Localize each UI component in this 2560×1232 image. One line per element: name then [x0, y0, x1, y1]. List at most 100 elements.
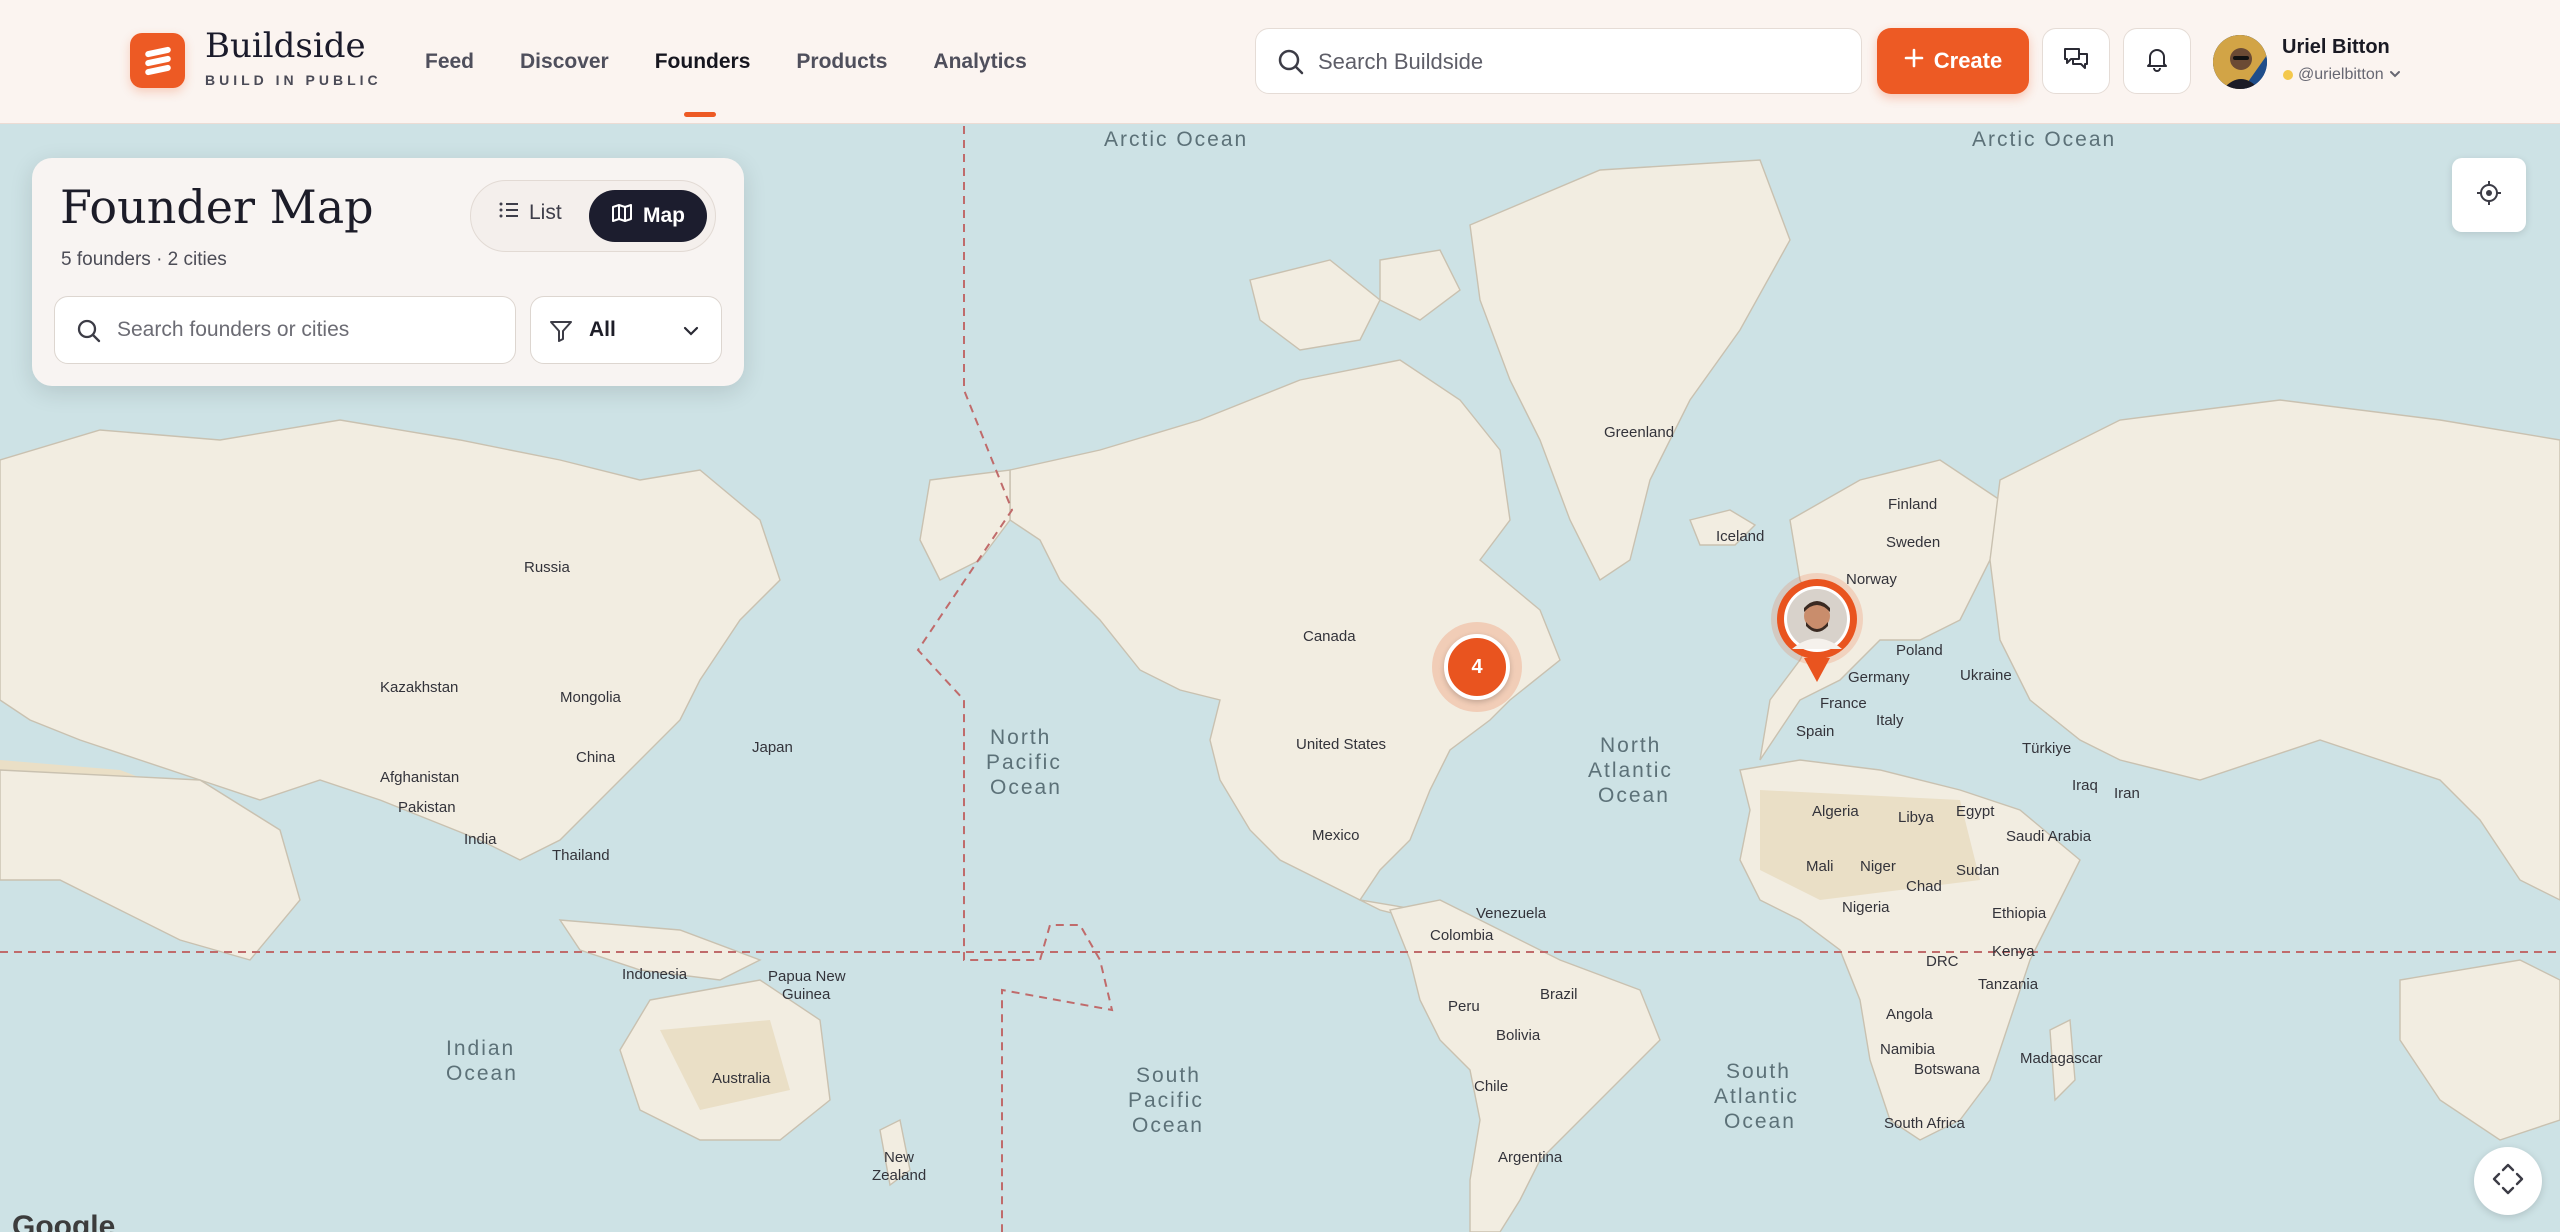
filter-dropdown[interactable]: All [530, 296, 722, 364]
country-label: Botswana [1914, 1061, 1981, 1078]
notifications-button[interactable] [2123, 28, 2191, 94]
ocean-label: Indian [446, 1037, 515, 1060]
country-label: Madagascar [2020, 1050, 2103, 1067]
nav-discover[interactable]: Discover [497, 46, 632, 78]
bell-icon [2142, 44, 2172, 79]
search-icon [75, 317, 103, 350]
ocean-label: South [1136, 1064, 1201, 1087]
chevron-down-icon [681, 321, 701, 346]
main-nav: Feed Discover Founders Products Analytic… [402, 46, 1050, 78]
country-label: Finland [1888, 496, 1937, 513]
ocean-label: North [990, 726, 1051, 749]
country-label: Saudi Arabia [2006, 828, 2092, 845]
country-label: Peru [1448, 998, 1480, 1015]
country-label: Sweden [1886, 534, 1940, 551]
country-label: France [1820, 695, 1867, 712]
country-label: Iceland [1716, 528, 1764, 545]
nav-products[interactable]: Products [773, 46, 910, 78]
country-label: Canada [1303, 628, 1356, 645]
nav-analytics[interactable]: Analytics [910, 46, 1049, 78]
country-label: Australia [712, 1070, 771, 1087]
crosshair-icon [2476, 180, 2502, 211]
country-label: Pakistan [398, 799, 456, 816]
country-label: Russia [524, 559, 571, 576]
list-icon [499, 201, 519, 225]
country-label: Greenland [1604, 424, 1674, 441]
country-label: Iran [2114, 785, 2140, 802]
founder-search-input[interactable]: Search founders or cities [54, 296, 516, 364]
nav-feed[interactable]: Feed [402, 46, 497, 78]
country-label: Mexico [1312, 827, 1360, 844]
country-label: New [884, 1149, 914, 1166]
ocean-label: Arctic Ocean [1104, 128, 1248, 151]
country-label: Algeria [1812, 803, 1859, 820]
chevron-down-icon [2388, 66, 2402, 83]
country-label: Mali [1806, 858, 1834, 875]
country-label: Guinea [782, 986, 831, 1003]
country-label: Bolivia [1496, 1027, 1541, 1044]
status-dot [2283, 70, 2293, 80]
country-label: Angola [1886, 1006, 1933, 1023]
ocean-label: Pacific [1128, 1089, 1204, 1112]
country-label: Italy [1876, 712, 1904, 729]
list-view-button[interactable]: List [499, 201, 562, 225]
global-search-input[interactable]: Search Buildside [1255, 28, 1862, 94]
user-name[interactable]: Uriel Bitton [2282, 36, 2390, 59]
founder-map-panel: Founder Map 5 founders · 2 cities List M… [32, 158, 744, 386]
country-label: Kazakhstan [380, 679, 458, 696]
plus-icon [1904, 48, 1924, 74]
ocean-label: Ocean [990, 776, 1062, 799]
ocean-label: Pacific [986, 751, 1062, 774]
search-icon [1276, 47, 1306, 82]
brand-name[interactable]: Buildside [205, 26, 366, 66]
country-label: Japan [752, 739, 793, 756]
user-avatar[interactable] [2213, 35, 2267, 89]
user-handle-text: @urielbitton [2298, 66, 2384, 83]
ocean-label: North [1600, 734, 1661, 757]
country-label: DRC [1926, 953, 1959, 970]
top-nav-bar: Buildside BUILD IN PUBLIC Feed Discover … [0, 0, 2560, 124]
create-button[interactable]: Create [1877, 28, 2029, 94]
country-label: Venezuela [1476, 905, 1547, 922]
map-attribution: Google [12, 1210, 116, 1232]
filter-value: All [589, 318, 616, 341]
country-label: Tanzania [1978, 976, 2039, 993]
user-handle[interactable]: @urielbitton [2298, 66, 2402, 84]
search-placeholder: Search Buildside [1318, 49, 1484, 74]
country-label: Chad [1906, 878, 1942, 895]
country-label: Afghanistan [380, 769, 459, 786]
founder-pin-marker[interactable] [1770, 572, 1864, 684]
ocean-label: Ocean [1724, 1110, 1796, 1133]
ocean-label: South [1726, 1060, 1791, 1083]
filter-icon [549, 319, 573, 348]
fullscreen-button[interactable] [2474, 1147, 2542, 1215]
founder-count-summary: 5 founders · 2 cities [61, 249, 227, 270]
list-label: List [529, 201, 562, 224]
messages-button[interactable] [2042, 28, 2110, 94]
ocean-label: Ocean [1598, 784, 1670, 807]
country-label: Colombia [1430, 927, 1494, 944]
country-label: Niger [1860, 858, 1896, 875]
ocean-label: Atlantic [1588, 759, 1673, 782]
country-label: Thailand [552, 847, 610, 864]
chat-icon [2061, 44, 2091, 79]
map-label: Map [643, 204, 685, 227]
country-label: South Africa [1884, 1115, 1966, 1132]
country-label: Chile [1474, 1078, 1508, 1095]
page-title: Founder Map [60, 180, 374, 234]
country-label: Brazil [1540, 986, 1578, 1003]
country-label: Papua New [768, 968, 846, 985]
country-label: Zealand [872, 1167, 926, 1184]
country-label: Iraq [2072, 777, 2098, 794]
map-icon [611, 203, 633, 229]
nav-founders[interactable]: Founders [632, 46, 774, 78]
map-view-button[interactable]: Map [589, 190, 707, 242]
country-label: Indonesia [622, 966, 688, 983]
country-label: Spain [1796, 723, 1834, 740]
expand-icon [2491, 1162, 2525, 1201]
my-location-button[interactable] [2452, 158, 2526, 232]
founder-cluster-marker[interactable]: 4 [1432, 622, 1522, 712]
buildside-logo-icon[interactable] [130, 33, 185, 88]
country-label: Libya [1898, 809, 1935, 826]
country-label: Sudan [1956, 862, 1999, 879]
